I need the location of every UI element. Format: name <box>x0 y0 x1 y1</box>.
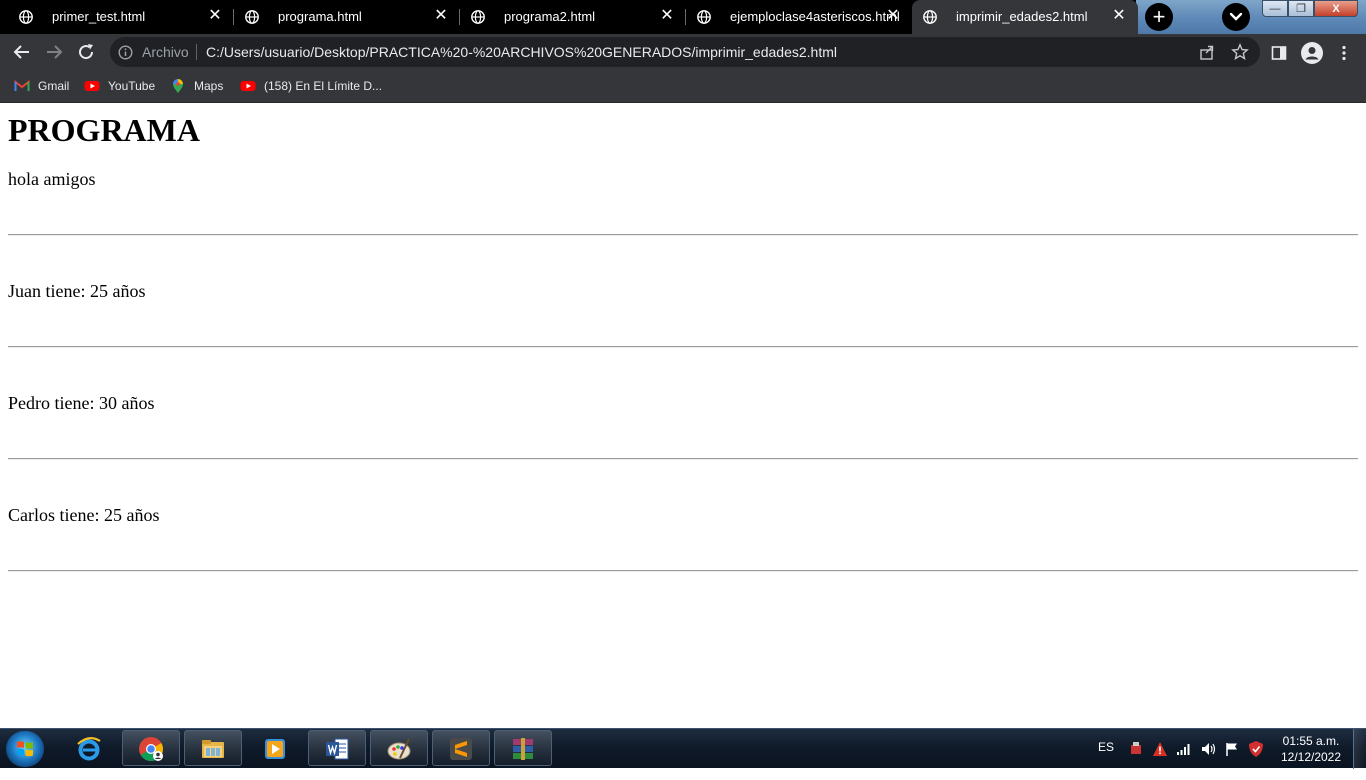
close-icon[interactable]: ✕ <box>1110 7 1128 25</box>
sublime-text-icon <box>450 738 472 760</box>
close-icon[interactable]: ✕ <box>206 7 224 25</box>
intro-text: hola amigos <box>8 169 96 189</box>
age-line: Carlos tiene: 25 años <box>8 505 160 525</box>
globe-icon <box>19 10 33 24</box>
youtube-icon <box>84 81 100 91</box>
globe-icon <box>245 10 259 24</box>
reload-icon[interactable] <box>74 40 98 64</box>
media-player-icon <box>265 739 285 759</box>
taskbar-paint[interactable] <box>370 730 428 766</box>
chrome-icon <box>139 737 164 762</box>
bookmarks-bar: Gmail YouTube Maps (158) En El Límite D.… <box>0 70 1366 103</box>
tab-title: imprimir_edades2.html <box>956 9 1088 24</box>
address-bar[interactable]: Archivo C:/Users/usuario/Desktop/PRACTIC… <box>110 37 1260 67</box>
language-indicator[interactable]: ES <box>1098 740 1114 780</box>
taskbar-word[interactable] <box>308 730 366 766</box>
window-controls: — ❐ X <box>1262 0 1358 18</box>
bookmark-label: (158) En El Límite D... <box>264 79 383 93</box>
age-line: Pedro tiene: 30 años <box>8 393 155 413</box>
back-icon[interactable] <box>10 40 34 64</box>
tab-strip: primer_test.html ✕ programa.html ✕ progr… <box>0 0 1366 34</box>
clock-time: 01:55 a.m. <box>1282 734 1340 748</box>
bookmark-label: Maps <box>194 79 224 93</box>
globe-icon <box>697 10 711 24</box>
volume-icon[interactable] <box>1200 741 1216 757</box>
show-desktop-button[interactable] <box>1353 729 1366 769</box>
browser-toolbar: Archivo C:/Users/usuario/Desktop/PRACTIC… <box>0 34 1366 70</box>
tab-title: programa2.html <box>504 9 596 24</box>
gmail-icon <box>14 79 30 91</box>
word-icon <box>326 738 349 760</box>
system-clock[interactable]: 01:55 a.m. 12/12/2022 <box>1276 733 1346 765</box>
forward-icon[interactable] <box>42 40 66 64</box>
tab-search-button[interactable] <box>1222 3 1250 31</box>
divider <box>8 570 1358 572</box>
taskbar-internet-explorer[interactable] <box>60 730 118 766</box>
chevron-down-icon <box>1229 12 1243 21</box>
globe-icon <box>471 10 485 24</box>
taskbar: ES 01:55 a.m. 12/12/2022 <box>0 728 1366 769</box>
tab-title: programa.html <box>278 9 362 24</box>
security-shield-icon[interactable] <box>1248 740 1264 758</box>
maps-icon <box>173 79 183 93</box>
page-content: PROGRAMA hola amigos Juan tiene: 25 años… <box>0 103 1366 728</box>
tab-ejemploclase[interactable]: ejemploclase4asteriscos.html ✕ <box>686 0 912 34</box>
tab-imprimir-edades2[interactable]: imprimir_edades2.html ✕ <box>912 0 1138 34</box>
bookmark-maps[interactable]: Maps <box>170 77 223 95</box>
divider <box>8 458 1358 460</box>
maximize-button[interactable]: ❐ <box>1288 0 1314 17</box>
age-line: Juan tiene: 25 años <box>8 281 146 301</box>
paint-icon <box>387 738 411 760</box>
action-center-flag-icon[interactable] <box>1224 741 1240 757</box>
profile-avatar-icon[interactable] <box>1300 41 1324 65</box>
taskbar-winrar[interactable] <box>494 730 552 766</box>
globe-icon <box>923 10 937 24</box>
url-text[interactable]: C:/Users/usuario/Desktop/PRACTICA%20-%20… <box>206 44 837 60</box>
start-button[interactable] <box>6 731 44 767</box>
bookmark-gmail[interactable]: Gmail <box>14 77 69 95</box>
tab-primer-test[interactable]: primer_test.html ✕ <box>8 0 234 34</box>
bookmark-label: Gmail <box>38 79 70 93</box>
taskbar-sublime-text[interactable] <box>432 730 490 766</box>
file-explorer-icon <box>202 740 224 758</box>
taskbar-media-player[interactable] <box>246 730 304 766</box>
windows-logo-icon <box>17 741 33 757</box>
usb-device-icon[interactable] <box>1128 741 1144 757</box>
tab-programa[interactable]: programa.html ✕ <box>234 0 460 34</box>
winrar-icon <box>513 738 533 760</box>
security-label: Archivo <box>142 44 189 60</box>
side-panel-icon[interactable] <box>1270 44 1288 62</box>
warning-icon[interactable] <box>1152 741 1168 757</box>
new-tab-button[interactable]: + <box>1145 3 1173 31</box>
close-icon[interactable]: ✕ <box>658 7 676 25</box>
bookmark-en-el-limite[interactable]: (158) En El Límite D... <box>240 77 382 95</box>
divider <box>8 346 1358 348</box>
youtube-icon <box>240 81 256 91</box>
taskbar-chrome[interactable] <box>122 730 180 766</box>
close-window-button[interactable]: X <box>1314 0 1358 17</box>
bookmark-star-icon[interactable] <box>1231 43 1249 61</box>
internet-explorer-icon <box>77 737 101 761</box>
close-icon[interactable]: ✕ <box>884 7 902 25</box>
share-icon[interactable] <box>1198 43 1216 61</box>
bookmark-label: YouTube <box>108 79 156 93</box>
tab-title: primer_test.html <box>52 9 146 24</box>
info-icon[interactable] <box>118 45 133 60</box>
minimize-button[interactable]: — <box>1262 0 1288 17</box>
close-icon[interactable]: ✕ <box>432 7 450 25</box>
divider <box>8 234 1358 236</box>
clock-date: 12/12/2022 <box>1280 750 1342 764</box>
divider <box>196 44 197 60</box>
page-heading: PROGRAMA <box>8 112 200 148</box>
network-signal-icon[interactable] <box>1176 741 1192 757</box>
taskbar-file-explorer[interactable] <box>184 730 242 766</box>
tab-title: ejemploclase4asteriscos.html <box>730 9 900 24</box>
menu-dots-icon[interactable] <box>1335 44 1353 62</box>
bookmark-youtube[interactable]: YouTube <box>84 77 155 95</box>
tab-programa2[interactable]: programa2.html ✕ <box>460 0 686 34</box>
